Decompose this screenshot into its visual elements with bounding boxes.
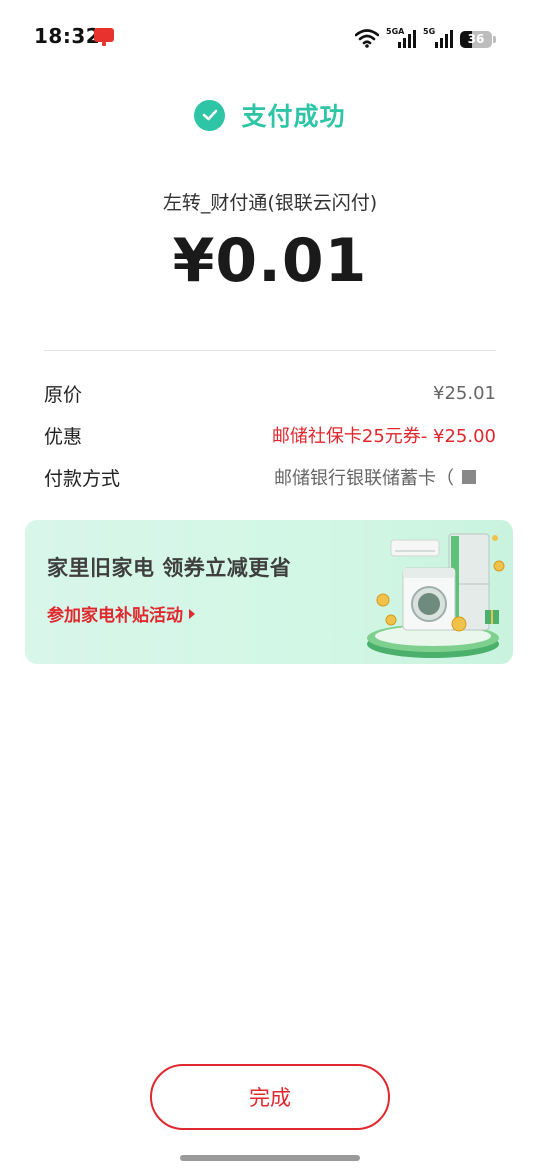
triangle-right-icon (189, 608, 195, 619)
status-bar: 18:32 5GA 5G 36 (0, 0, 540, 72)
detail-row-original-price: 原价 ¥25.01 (44, 378, 496, 408)
status-indicators: 5GA 5G 36 (355, 26, 496, 48)
banner-title: 家里旧家电 领券立减更省 (47, 556, 292, 580)
battery-tip (493, 36, 496, 43)
detail-label: 原价 (44, 383, 83, 406)
done-button[interactable]: 完成 (150, 1064, 390, 1130)
detail-row-payment-method: 付款方式 邮储银行银联储蓄卡（ (44, 462, 496, 492)
payment-status: 支付成功 (0, 97, 540, 133)
paid-amount: ¥0.01 (172, 226, 368, 296)
status-time: 18:32 (34, 24, 101, 48)
detail-label: 付款方式 (44, 467, 121, 490)
merchant-name: 左转_财付通(银联云闪付) (162, 192, 378, 214)
signal-sim1-icon: 5GA (386, 27, 416, 48)
detail-row-discount: 优惠 邮储社保卡25元券- ¥25.00 (44, 420, 496, 450)
payment-method-text: 邮储银行银联储蓄卡（ (274, 468, 454, 489)
home-indicator[interactable] (180, 1155, 360, 1161)
detail-value: ¥25.01 (433, 382, 496, 404)
status-title: 支付成功 (241, 102, 346, 131)
check-circle-icon (194, 99, 226, 131)
join-activity-link[interactable]: 参加家电补贴活动 (47, 601, 195, 626)
payment-method-value: 邮储银行银联储蓄卡（ (274, 464, 496, 490)
wifi-icon (355, 28, 379, 48)
home-appliances-illustration (367, 533, 505, 658)
detail-label: 优惠 (44, 425, 83, 448)
banner-link-label: 参加家电补贴活动 (47, 606, 183, 626)
battery-icon: 36 (460, 31, 492, 48)
discount-value: 邮储社保卡25元券- ¥25.00 (271, 426, 496, 447)
card-mask-icon (462, 470, 476, 484)
divider (44, 350, 496, 351)
sim2-network-label: 5G (423, 27, 436, 36)
notification-app-icon (94, 28, 114, 46)
battery-level: 36 (467, 32, 485, 46)
appliance-subsidy-banner[interactable]: 家里旧家电 领券立减更省 参加家电补贴活动 (25, 520, 513, 664)
sim1-network-label: 5GA (386, 27, 405, 36)
signal-sim2-icon: 5G (423, 27, 453, 48)
